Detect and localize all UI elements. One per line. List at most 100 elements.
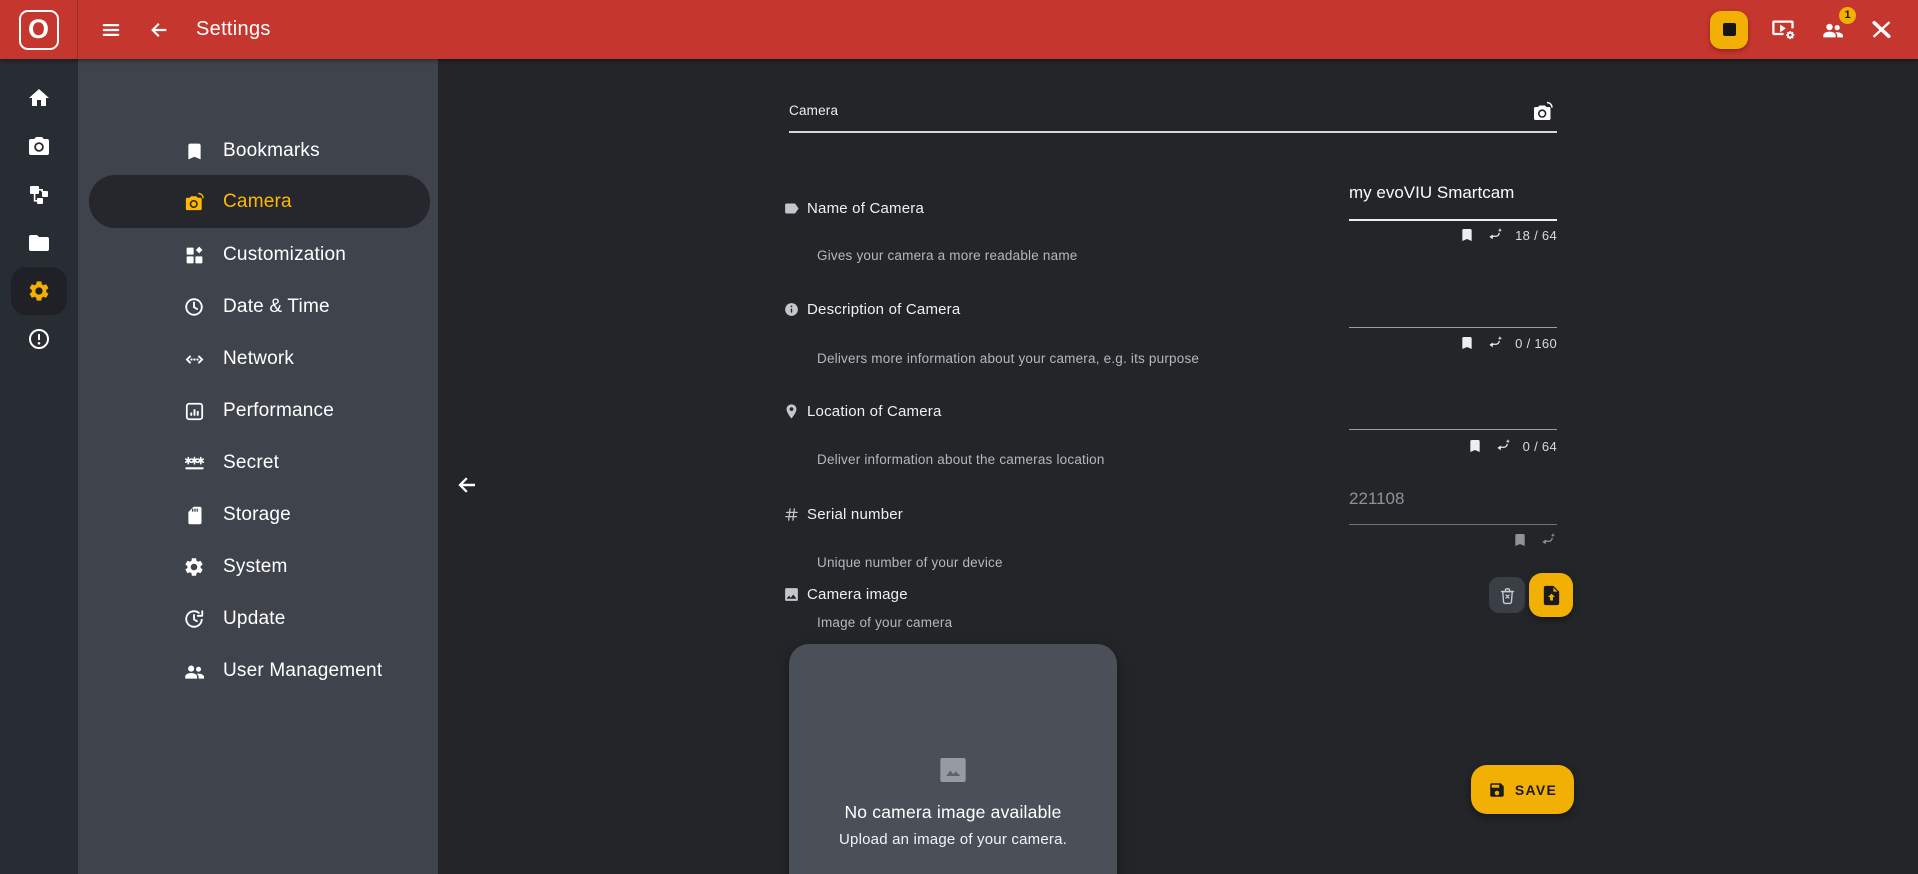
field-helper-camera-image: Image of your camera (817, 615, 953, 630)
settings-sidebar: Bookmarks Camera Customization Date & Ti… (78, 59, 438, 874)
password-icon (182, 451, 206, 475)
field-label-location: Location of Camera (783, 399, 942, 423)
input-underline (1349, 429, 1557, 430)
top-bar: O Settings 1 (0, 0, 1918, 59)
field-label-serial: Serial number (783, 502, 903, 526)
folder-icon (27, 231, 51, 255)
camera-image-placeholder-card: No camera image available Upload an imag… (789, 644, 1117, 874)
users-button[interactable]: 1 (1819, 6, 1856, 42)
sidebar-item-label: Storage (223, 504, 291, 525)
trash-icon (1498, 586, 1517, 605)
clock-icon (182, 295, 206, 319)
place-pin-icon (783, 403, 800, 420)
save-floppy-icon (1488, 781, 1506, 799)
image-placeholder-icon (936, 754, 970, 786)
bookmark-icon[interactable] (1459, 227, 1475, 243)
shortcut-icon[interactable] (1494, 437, 1512, 455)
shortcut-icon[interactable] (1486, 226, 1504, 244)
page-title: Settings (196, 18, 271, 40)
label-tag-icon (783, 200, 800, 217)
field-helper-location: Deliver information about the cameras lo… (817, 452, 1105, 467)
sidebar-item-label: Secret (223, 452, 280, 473)
workflow-icon (27, 182, 51, 206)
sidebar-item-label: User Management (223, 660, 383, 681)
menu-button[interactable] (100, 19, 122, 41)
sidebar-item-performance[interactable]: Performance (78, 385, 438, 437)
bookmark-icon (182, 139, 206, 163)
sidebar-item-system[interactable]: System (78, 541, 438, 593)
field-meta-location: 0 / 64 (1349, 436, 1557, 456)
rail-item-files[interactable] (0, 219, 78, 267)
sidebar-item-customization[interactable]: Customization (78, 229, 438, 281)
rail-item-alerts[interactable] (0, 315, 78, 363)
no-image-subtitle: Upload an image of your camera. (839, 831, 1067, 848)
sidebar-item-storage[interactable]: Storage (78, 489, 438, 541)
sidebar-item-bookmarks[interactable]: Bookmarks (78, 125, 438, 177)
close-icon (1869, 17, 1894, 42)
stop-stream-button[interactable] (1710, 10, 1748, 49)
delete-image-button[interactable] (1489, 577, 1525, 613)
ethernet-icon (182, 347, 206, 371)
image-icon (783, 586, 800, 603)
save-button-label: SAVE (1514, 781, 1558, 798)
rail-item-home[interactable] (0, 74, 78, 122)
field-meta-serial (1349, 530, 1557, 550)
section-label: Camera (789, 103, 839, 118)
char-counter: 18 / 64 (1515, 227, 1557, 243)
bookmark-icon[interactable] (1467, 438, 1483, 454)
field-helper-name: Gives your camera a more readable name (817, 248, 1078, 263)
video-settings-button[interactable] (1770, 16, 1797, 43)
location-of-camera-input[interactable] (1349, 397, 1557, 423)
rail-item-settings[interactable] (0, 267, 78, 315)
char-counter: 0 / 64 (1522, 438, 1557, 454)
upload-file-icon (1540, 584, 1563, 607)
sidebar-item-label: Bookmarks (223, 140, 320, 161)
camera-icon (27, 134, 51, 158)
field-label-name: Name of Camera (783, 196, 924, 220)
save-button[interactable]: SAVE (1471, 765, 1574, 814)
sidebar-item-label: System (223, 556, 288, 577)
analytics-icon (182, 399, 206, 423)
app-logo[interactable]: O (0, 0, 78, 59)
field-meta-name: 18 / 64 (1349, 225, 1557, 245)
input-underline (1349, 524, 1557, 525)
rail-item-camera[interactable] (0, 122, 78, 170)
bookmark-icon[interactable] (1512, 532, 1528, 548)
arrow-left-icon (148, 19, 170, 41)
shortcut-icon[interactable] (1539, 531, 1557, 549)
sidebar-item-secret[interactable]: Secret (78, 437, 438, 489)
close-app-button[interactable] (1869, 17, 1894, 42)
sidebar-item-label: Customization (223, 244, 346, 265)
bookmark-icon[interactable] (1459, 335, 1475, 351)
info-icon (783, 301, 800, 318)
sidebar-item-network[interactable]: Network (78, 333, 438, 385)
input-underline (1349, 219, 1557, 221)
field-label-description: Description of Camera (783, 297, 960, 321)
sidebar-item-date-time[interactable]: Date & Time (78, 281, 438, 333)
upload-image-button[interactable] (1529, 573, 1573, 617)
sidebar-item-user-management[interactable]: User Management (78, 645, 438, 697)
no-image-title: No camera image available (844, 802, 1062, 822)
stop-icon (1722, 23, 1736, 36)
sidebar-item-label: Update (223, 608, 286, 629)
app-window: O Settings 1 Bookmarks Camera Customizat… (0, 0, 1918, 874)
field-helper-serial: Unique number of your device (817, 555, 1003, 570)
description-of-camera-input[interactable] (1349, 295, 1557, 321)
update-icon (182, 607, 206, 631)
arrow-left-icon (455, 473, 479, 497)
rail-item-workflow[interactable] (0, 170, 78, 218)
section-underline (789, 131, 1557, 133)
shortcut-icon[interactable] (1486, 334, 1504, 352)
name-of-camera-input[interactable] (1349, 180, 1557, 206)
sidebar-item-update[interactable]: Update (78, 593, 438, 645)
gear-icon (27, 279, 51, 303)
alert-icon (27, 327, 51, 351)
back-button[interactable] (148, 19, 170, 41)
hamburger-icon (100, 19, 122, 41)
camera-flash-icon (182, 190, 206, 214)
collapse-sidebar-button[interactable] (455, 473, 479, 497)
system-gear-icon (182, 555, 206, 579)
field-label-camera-image: Camera image (783, 582, 908, 606)
field-helper-description: Delivers more information about your cam… (817, 351, 1200, 366)
sidebar-item-camera[interactable]: Camera (78, 175, 438, 228)
